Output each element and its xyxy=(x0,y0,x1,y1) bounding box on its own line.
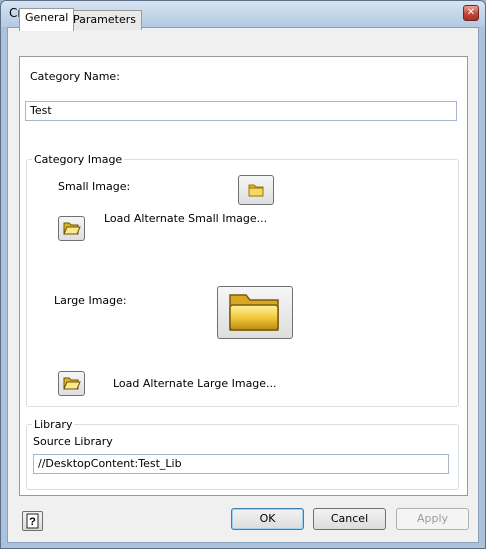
ok-button[interactable]: OK xyxy=(231,508,304,530)
category-name-label: Category Name: xyxy=(30,70,120,83)
folder-icon xyxy=(229,294,279,331)
large-image-preview-button[interactable] xyxy=(217,286,293,339)
category-name-input[interactable]: Test xyxy=(25,101,457,121)
load-large-image-button[interactable] xyxy=(58,371,85,396)
load-small-image-button[interactable] xyxy=(58,216,85,241)
category-image-group-title: Category Image xyxy=(32,153,125,166)
help-icon: ? xyxy=(26,513,39,529)
load-large-image-label: Load Alternate Large Image... xyxy=(113,377,277,390)
help-button[interactable]: ? xyxy=(22,511,43,531)
apply-button[interactable]: Apply xyxy=(396,508,469,530)
small-image-preview-button[interactable] xyxy=(238,175,274,205)
small-image-label: Small Image: xyxy=(58,180,131,193)
source-library-label: Source Library xyxy=(33,435,113,448)
load-small-image-label: Load Alternate Small Image... xyxy=(104,212,268,225)
large-image-label: Large Image: xyxy=(54,294,127,307)
create-category-dialog: Create Category ✕ General Parameters Cat… xyxy=(0,0,486,549)
tab-parameters-label: Parameters xyxy=(73,13,136,26)
close-button[interactable]: ✕ xyxy=(463,5,479,21)
folder-icon xyxy=(248,184,264,197)
cancel-button[interactable]: Cancel xyxy=(313,508,386,530)
source-library-field[interactable]: //DesktopContent:Test_Lib xyxy=(33,454,449,474)
open-folder-icon xyxy=(63,377,81,390)
open-folder-icon xyxy=(63,222,81,235)
tab-general[interactable]: General xyxy=(19,8,75,31)
library-group-title: Library xyxy=(32,418,75,431)
help-glyph: ? xyxy=(29,516,36,528)
tab-parameters[interactable]: Parameters xyxy=(67,10,142,30)
tab-general-label: General xyxy=(25,11,69,24)
